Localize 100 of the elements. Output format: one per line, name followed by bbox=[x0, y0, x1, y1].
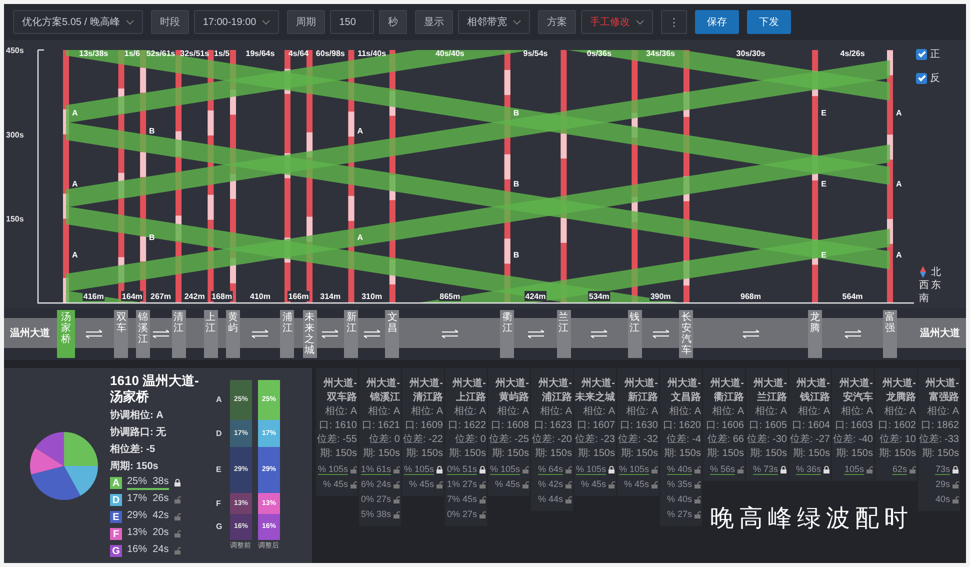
intersection-label[interactable]: 龙腾 bbox=[808, 310, 822, 358]
intersection-card[interactable]: 州大道- 黄屿路 相位: A 口: 1608 位差: -25 期: 150s % 105s % 45s bbox=[488, 368, 530, 496]
field-label: 周期 bbox=[287, 10, 326, 34]
intersection-card[interactable]: 州大道- 安汽车 相位: A 口: 1603 位差: -40 期: 150s 105s bbox=[832, 368, 874, 481]
intersection-label[interactable]: 锦溪江 bbox=[136, 310, 150, 358]
card-text: 位差: 66 bbox=[707, 434, 744, 446]
intersection-card[interactable]: 州大道- 文昌路 相位: A 口: 1620 位差: -4 期: 150s % 40s % 35s % 40s % 27s bbox=[660, 368, 702, 526]
axis-label: 450s bbox=[6, 46, 24, 55]
intersection-label[interactable]: 清江 bbox=[172, 310, 186, 358]
dropdown[interactable]: 17:00-19:00 bbox=[194, 10, 280, 34]
field-label: 方案 bbox=[538, 10, 576, 34]
phase-timing: % 27s bbox=[666, 509, 692, 520]
phase-label: B bbox=[513, 250, 520, 260]
intersection-label[interactable]: 浦江 bbox=[280, 310, 294, 358]
intersection-title: 1610 温州大道-汤家桥 bbox=[110, 372, 200, 406]
compass-label: 西 bbox=[919, 280, 929, 290]
phase-timing: 29s bbox=[935, 479, 950, 490]
card-text: 口: 1608 bbox=[491, 420, 529, 432]
two-way-arrow-icon bbox=[150, 329, 171, 339]
phase-label: A bbox=[72, 108, 78, 118]
phase-timing: 0% 27s bbox=[446, 509, 477, 520]
intersection-card[interactable]: 州大道- 上江路 相位: A 口: 1622 位差: 0 期: 150s 0% 51s 1% 27s 7% 45s 0% 27s bbox=[445, 368, 487, 526]
bar-row-label: F bbox=[216, 498, 222, 510]
card-text: 位差: -22 bbox=[402, 434, 443, 446]
phase-timing: 1% 61s bbox=[360, 464, 391, 475]
caption-text: 晚高峰绿波配时 bbox=[710, 503, 913, 534]
intersection-card[interactable]: 州大道- 兰江路 相位: A 口: 1605 位差: -30 期: 150s % 73s bbox=[746, 368, 788, 481]
phase-badge: G bbox=[110, 545, 122, 558]
intersection-card[interactable]: 州大道- 衢江路 相位: A 口: 1606 位差: 66 期: 150s % 56s bbox=[703, 368, 745, 481]
caret-icon bbox=[126, 20, 134, 24]
two-way-arrow-icon bbox=[250, 329, 270, 339]
phase-timing: % 105s bbox=[618, 464, 649, 475]
phase-label: A bbox=[896, 250, 902, 260]
compass-label: 东 bbox=[931, 280, 941, 290]
card-text: 位差: -20 bbox=[532, 434, 572, 446]
road-label: 温州大道 bbox=[10, 326, 50, 340]
phase-timing: % 73s bbox=[752, 464, 778, 475]
intersection-label[interactable]: 富强 bbox=[883, 310, 897, 358]
phase-timing: % 36s bbox=[796, 464, 821, 475]
intersection-card[interactable]: 州大道- 未来之城 相位: A 口: 1607 位差: -23 期: 150s % 105s % 45s bbox=[574, 368, 616, 496]
intersection-card[interactable]: 州大道- 富强路 相位: A 口: 1862 位差: -33 期: 150s 73s 29s 40s bbox=[918, 368, 960, 511]
card-text: 期: 150s bbox=[750, 448, 787, 460]
intersection-card[interactable]: 州大道- 钱江路 相位: A 口: 1604 位差: -27 期: 150s % 36s bbox=[789, 368, 831, 481]
card-text: 口: 1604 bbox=[792, 420, 830, 432]
card-text: 口: 1607 bbox=[577, 420, 615, 432]
intersection-card[interactable]: 州大道- 锦溪江 相位: A 口: 1621 位差: 0 期: 150s 1% 61s 6% 24s 0% 27s 5% 38s bbox=[359, 368, 401, 526]
intersection-card[interactable]: 州大道- 浦江路 相位: A 口: 1623 位差: -20 期: 150s % 64s % 42s % 44s bbox=[531, 368, 573, 511]
intersection-label[interactable]: 文昌 bbox=[385, 310, 400, 358]
phase-timing: 25% 38s bbox=[127, 476, 169, 490]
number-field[interactable]: 150 bbox=[330, 10, 374, 34]
phase-timing: 73s bbox=[935, 464, 950, 475]
card-text: 相位: A bbox=[884, 406, 916, 418]
two-way-arrow-icon bbox=[740, 329, 761, 339]
phase-timing: 7% 45s bbox=[446, 494, 477, 505]
card-text: 期: 150s bbox=[620, 448, 658, 460]
action-button[interactable]: 下发 bbox=[747, 10, 792, 34]
card-title: 安汽车 bbox=[843, 392, 873, 404]
card-text: 相位: A bbox=[582, 406, 615, 418]
card-text: 口: 1606 bbox=[706, 420, 744, 432]
phase-label: A bbox=[896, 108, 902, 118]
intersection-card[interactable]: 州大道- 清江路 相位: A 口: 1609 位差: -22 期: 150s % 105s % 45s bbox=[402, 368, 444, 496]
signal-bar-segment bbox=[348, 112, 354, 137]
phase-timing: 1% 27s bbox=[446, 479, 477, 490]
intersection-label[interactable]: 新江 bbox=[344, 310, 358, 358]
card-text: 位差: -25 bbox=[488, 434, 529, 446]
dropdown[interactable]: 相邻带宽 bbox=[458, 10, 530, 34]
intersection-card[interactable]: 州大道- 龙腾路 相位: A 口: 1602 位差: 10 期: 150s 62s bbox=[875, 368, 917, 481]
intersection-label[interactable]: 兰江 bbox=[556, 310, 571, 358]
plan-dropdown[interactable]: 优化方案5.05 / 晚高峰 bbox=[13, 10, 143, 34]
card-text: 口: 1602 bbox=[878, 420, 916, 432]
direction-checkbox[interactable]: 反 bbox=[916, 72, 940, 84]
card-title: 龙腾路 bbox=[886, 392, 916, 404]
bandwidth-label: 19s/64s bbox=[246, 49, 275, 58]
card-text: 期: 150s bbox=[706, 448, 744, 460]
bar-row-label: G bbox=[216, 521, 224, 534]
phase-label: A bbox=[357, 126, 364, 136]
action-button[interactable]: 保存 bbox=[695, 10, 740, 34]
card-text: 相位: A bbox=[454, 406, 486, 418]
distance-label: 164m bbox=[122, 292, 142, 301]
card-text: 口: 1622 bbox=[448, 420, 486, 432]
intersection-label[interactable]: 衢江 bbox=[500, 310, 514, 358]
intersection-label[interactable]: 黄屿 bbox=[226, 310, 240, 358]
card-title: 州大道- bbox=[324, 378, 357, 390]
card-title: 州大道- bbox=[452, 378, 486, 390]
card-title: 浦江路 bbox=[542, 392, 572, 404]
intersection-card[interactable]: 州大道- 新江路 相位: A 口: 1630 位差: -32 期: 150s % 105s % 45s bbox=[617, 368, 659, 496]
direction-checkbox[interactable]: 正 bbox=[916, 48, 940, 60]
more-button[interactable]: ⋮ bbox=[661, 10, 688, 34]
card-text: 期: 150s bbox=[362, 448, 400, 460]
bandwidth-label: 1s/5 bbox=[214, 49, 230, 58]
intersection-label[interactable]: 钱江 bbox=[628, 310, 642, 358]
intersection-label[interactable]: 双车 bbox=[114, 310, 128, 358]
intersection-label[interactable]: 上江 bbox=[204, 310, 218, 358]
intersection-label[interactable]: 长安汽车 bbox=[679, 310, 694, 358]
card-text: 口: 1621 bbox=[362, 420, 400, 432]
intersection-card[interactable]: 州大道- 双车路 相位: A 口: 1610 位差: -55 期: 150s % 105s % 45s bbox=[316, 368, 358, 496]
intersection-label[interactable]: 未来之城 bbox=[302, 310, 317, 358]
distance-label: 564m bbox=[842, 292, 863, 301]
card-text: 口: 1603 bbox=[835, 420, 873, 432]
phase-timing: 105s bbox=[844, 464, 864, 475]
